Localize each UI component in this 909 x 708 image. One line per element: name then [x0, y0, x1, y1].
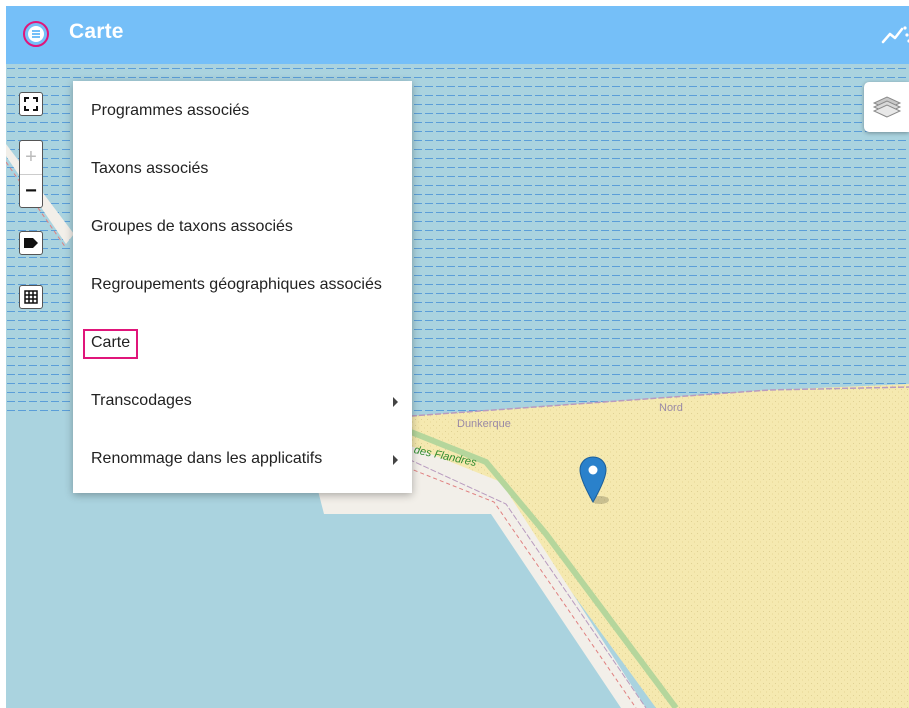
tag-icon [24, 238, 38, 248]
zoom-control: + − [19, 140, 43, 208]
grid-icon [24, 290, 38, 304]
menu-item-transcodages[interactable]: Transcodages [73, 371, 412, 429]
menu-item-label: Carte [83, 329, 139, 359]
menu-item-label: Programmes associés [91, 102, 250, 119]
menu-item-carte[interactable]: Carte [73, 313, 412, 371]
tag-button[interactable] [19, 231, 43, 255]
menu-item-programmes[interactable]: Programmes associés [73, 81, 412, 139]
trending-icon[interactable] [881, 24, 909, 46]
menu-item-label: Groupes de taxons associés [91, 218, 293, 235]
submenu-arrow-icon [393, 455, 398, 465]
menu-icon [28, 26, 44, 42]
zoom-in-button[interactable]: + [20, 141, 42, 174]
fullscreen-button[interactable] [19, 92, 43, 116]
map-label-region: Nord [659, 402, 683, 414]
layers-icon [872, 96, 901, 118]
menu-item-label: Taxons associés [91, 160, 209, 177]
zoom-out-button[interactable]: − [20, 174, 42, 208]
page-title: Carte [69, 20, 124, 43]
location-pin-icon[interactable] [578, 456, 610, 511]
menu-item-label: Transcodages [91, 392, 192, 409]
top-app-bar: Carte [6, 6, 909, 64]
menu-button[interactable] [23, 21, 49, 47]
submenu-arrow-icon [393, 397, 398, 407]
menu-item-groupes-taxons[interactable]: Groupes de taxons associés [73, 197, 412, 255]
fullscreen-icon [24, 97, 38, 111]
map-label-city: Dunkerque [457, 418, 511, 430]
navigation-menu: Programmes associés Taxons associés Grou… [73, 81, 412, 493]
menu-item-regroupements[interactable]: Regroupements géographiques associés [73, 255, 412, 313]
app-window: Carte Dunkerque Nord des Flandres + − Pr… [6, 6, 909, 708]
menu-item-label: Renommage dans les applicatifs [91, 450, 323, 467]
menu-item-renommage[interactable]: Renommage dans les applicatifs [73, 429, 412, 487]
menu-item-label: Regroupements géographiques associés [91, 276, 382, 293]
menu-item-taxons[interactable]: Taxons associés [73, 139, 412, 197]
layers-button[interactable] [864, 82, 909, 132]
grid-button[interactable] [19, 285, 43, 309]
